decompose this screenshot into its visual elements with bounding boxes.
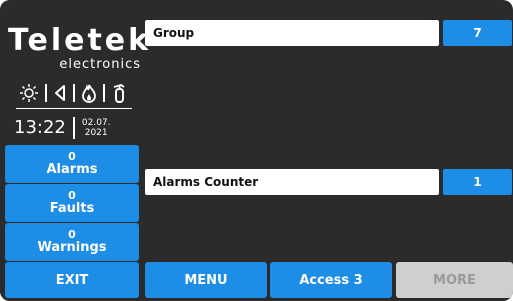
speaker-icon — [54, 85, 65, 101]
fire-icon — [81, 84, 96, 103]
clock-time: 13:22 — [14, 117, 66, 138]
access-level-button[interactable]: Access 3 — [270, 262, 392, 298]
clock-date-day: 02.07. — [81, 118, 111, 128]
group-field: Group — [145, 20, 439, 46]
fire-extinguisher-icon — [113, 84, 124, 103]
alarms-counter-value[interactable]: 1 — [443, 169, 512, 195]
group-value[interactable]: 7 — [443, 20, 512, 46]
brand-tagline: electronics — [59, 57, 141, 72]
brand-logo: Teletek electronics — [8, 23, 152, 72]
faults-button[interactable]: 0 Faults — [5, 184, 139, 222]
clock-date-year: 2021 — [84, 128, 108, 138]
icon-separator — [72, 84, 75, 102]
menu-button[interactable]: MENU — [145, 262, 267, 298]
alarms-button[interactable]: 0 Alarms — [5, 145, 139, 183]
icon-separator — [102, 84, 105, 102]
clock-date: 02.07. 2021 — [82, 118, 111, 138]
status-icons — [0, 80, 145, 106]
clock-separator — [72, 117, 75, 139]
alarms-label: Alarms — [46, 162, 98, 177]
exit-button[interactable]: EXIT — [5, 262, 139, 298]
more-button[interactable]: MORE — [396, 262, 513, 298]
faults-label: Faults — [49, 201, 95, 216]
brand-name: Teletek — [8, 23, 152, 58]
sidebar: Teletek electronics 13:22 02.07. 2021 0 … — [0, 0, 152, 301]
warnings-label: Warnings — [37, 240, 107, 255]
clock: 13:22 02.07. 2021 — [14, 114, 111, 142]
icon-separator — [44, 84, 47, 102]
sun-icon — [19, 84, 38, 102]
alarms-counter-field: Alarms Counter — [145, 169, 439, 195]
panel-screen: Teletek electronics 13:22 02.07. 2021 0 … — [0, 0, 513, 301]
divider — [16, 108, 132, 109]
warnings-button[interactable]: 0 Warnings — [5, 223, 139, 261]
